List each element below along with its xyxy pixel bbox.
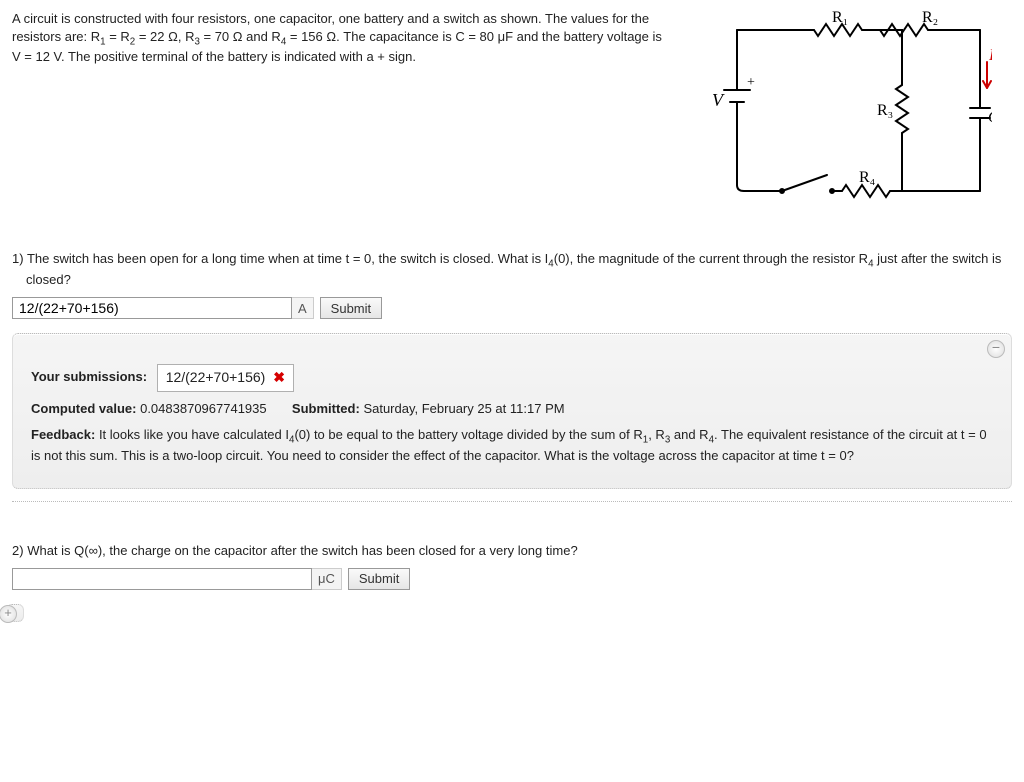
feedback-text: It looks like you have calculated I4(0) … bbox=[31, 427, 987, 463]
question-2: 2) What is Q(∞), the charge on the capac… bbox=[12, 542, 1012, 560]
q2-number: 2) bbox=[12, 543, 24, 558]
q2-unit: μC bbox=[312, 568, 342, 590]
problem-statement: A circuit is constructed with four resis… bbox=[12, 10, 672, 66]
submitted-label: Submitted: bbox=[292, 401, 360, 416]
q1-text: The switch has been open for a long time… bbox=[26, 251, 1001, 287]
label-Ic: IC bbox=[988, 47, 992, 67]
label-V: V bbox=[712, 90, 725, 110]
q1-submit-button[interactable]: Submit bbox=[320, 297, 382, 319]
q2-feedback-bar: + bbox=[6, 604, 24, 622]
incorrect-icon: ✖ bbox=[273, 369, 285, 385]
label-plus: + bbox=[747, 75, 755, 90]
q1-unit: A bbox=[292, 297, 314, 319]
label-R3: R₃ bbox=[877, 102, 893, 119]
label-R1: R₁ bbox=[832, 10, 848, 26]
your-submissions-label: Your submissions: bbox=[31, 370, 147, 385]
feedback-label: Feedback: bbox=[31, 427, 95, 442]
expand-toggle[interactable]: + bbox=[0, 605, 17, 623]
label-C: C bbox=[988, 109, 992, 126]
question-1: 1) The switch has been open for a long t… bbox=[12, 250, 1012, 289]
submitted-time: Saturday, February 25 at 11:17 PM bbox=[363, 401, 564, 416]
circuit-diagram: V + R₁ R₂ R₃ R₄ C IC bbox=[692, 10, 992, 210]
q2-answer-input[interactable] bbox=[12, 568, 312, 590]
feedback-panel: − Your submissions: 12/(22+70+156) ✖ Com… bbox=[12, 333, 1012, 488]
collapse-toggle[interactable]: − bbox=[987, 340, 1005, 358]
divider bbox=[12, 501, 1012, 502]
computed-value: 0.0483870967741935 bbox=[140, 401, 267, 416]
label-R4: R₄ bbox=[859, 169, 876, 186]
computed-value-label: Computed value: bbox=[31, 401, 136, 416]
q2-submit-button[interactable]: Submit bbox=[348, 568, 410, 590]
label-R2: R₂ bbox=[922, 10, 938, 26]
submitted-answer-box: 12/(22+70+156) ✖ bbox=[157, 364, 294, 392]
q1-number: 1) bbox=[12, 251, 24, 266]
q1-answer-input[interactable] bbox=[12, 297, 292, 319]
q2-text: What is Q(∞), the charge on the capacito… bbox=[27, 543, 577, 558]
